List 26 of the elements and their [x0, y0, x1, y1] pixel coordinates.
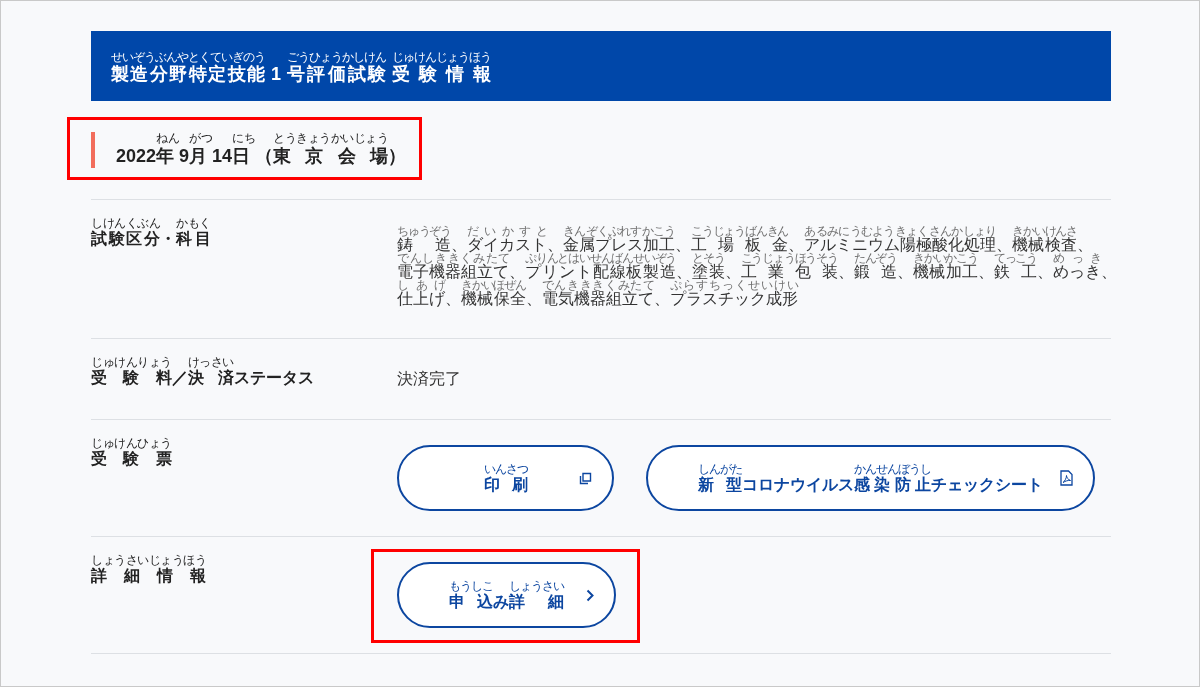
- subject-line: 鋳造、ダイカスト、金属プレス加工、工場板金、アルミニウム陽極酸化処理、機械検査、: [397, 237, 1094, 252]
- title-furigana: せいぞうぶんやとくていぎのう ごうひょうかしけん じゅけんじょうほう: [111, 51, 492, 64]
- accent-bar: [91, 132, 95, 168]
- field-label: 詳細情報: [91, 567, 206, 585]
- overlapping-squares-icon: [579, 471, 592, 485]
- field-label: 試験区分・科目: [91, 230, 211, 248]
- subject-line: 仕上げ、機械保全、電気機器組立て、プラスチック成形: [397, 291, 798, 306]
- field-label: 受験票: [91, 450, 172, 468]
- label-furigana: しけんくぶん かもく: [91, 217, 211, 230]
- subject-furigana: でんしききくみたて ぷりんとはいせんばんせいぞう とそう こうじょうほうそう たんぞう きかいかこう てっこう めっき: [397, 252, 1103, 264]
- subject-furigana: しあげ きかいほぜん でんきききくみたて ぷらすちっくせいけい: [397, 279, 798, 291]
- print-button[interactable]: いんさつ 印刷: [397, 445, 614, 511]
- details-button[interactable]: もうしこ しょうさい 申込み詳細: [397, 562, 616, 628]
- date-furigana: ねん がつ にち とうきょうかいじょう: [155, 132, 390, 145]
- field-label: 受験料／決済ステータス: [91, 369, 314, 387]
- pdf-file-icon: [1060, 470, 1073, 486]
- subject-furigana: ちゅうぞう だいかすと きんぞくぷれすかこう こうじょうばんきん あるみにうむようきょくさんかしょり きかいけんさ: [397, 225, 1079, 237]
- checklist-button[interactable]: しんがた かんせんぼうし 新型コロナウイルス感染防止チェックシート: [646, 445, 1095, 511]
- date-heading: 2022年 9月 14日 （東京会場）: [116, 145, 407, 168]
- label-furigana: じゅけんひょう: [91, 437, 172, 450]
- page-title: 製造分野特定技能 1 号評価試験 受験情報: [111, 64, 492, 85]
- chevron-right-icon: [586, 588, 594, 602]
- label-furigana: じゅけんりょう けっさい: [91, 356, 235, 369]
- status-text: 決済完了: [397, 370, 461, 387]
- label-furigana: しょうさいじょうほう: [91, 554, 206, 567]
- subject-line: 電子機器組立て、プリント配線板製造、塗装、工業包装、鍛造、機械加工、鉄工、めっき、: [397, 264, 1118, 279]
